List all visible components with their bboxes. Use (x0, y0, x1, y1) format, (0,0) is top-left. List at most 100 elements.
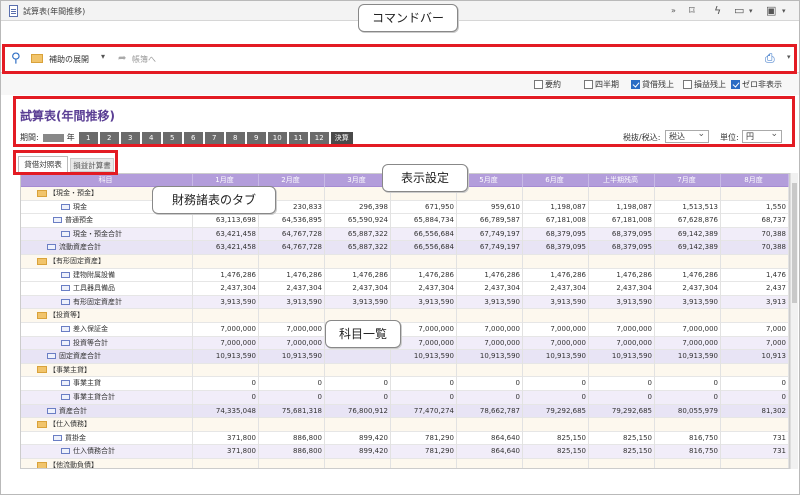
amount-cell (325, 187, 391, 201)
account-name-cell[interactable]: 【他流動負債】 (21, 459, 193, 468)
table-row[interactable]: 資産合計 74,335,048 75,681,318 76,800,912 77,470… (21, 404, 789, 419)
account-label: 流動資産合計 (59, 243, 101, 252)
quarter-checkbox[interactable] (584, 80, 593, 89)
chevron-down-icon[interactable]: ▾ (749, 4, 753, 18)
account-name-cell[interactable]: 工具器具備品 (21, 282, 193, 296)
account-icon (61, 298, 70, 305)
table-row[interactable]: 固定資産合計 10,913,590 10,913,590 10,913,590 10,9… (21, 350, 789, 364)
vertical-scrollbar[interactable] (790, 173, 798, 469)
account-name-cell[interactable]: 建物附属設備 (21, 268, 193, 283)
amount-cell: 79,292,685 (523, 404, 589, 419)
account-name-cell[interactable]: 買掛金 (21, 431, 193, 446)
bookmark-icon[interactable]: ⌑ (689, 4, 695, 18)
column-header[interactable]: 8月度 (721, 174, 789, 187)
column-header[interactable]: 6月度 (523, 174, 589, 187)
amount-cell: 7,000,000 (457, 336, 523, 351)
amount-cell (193, 255, 259, 269)
table-row[interactable]: 現金 230,833 296,398 671,950 959,610 1,198,087 1… (21, 200, 789, 215)
folder-icon (37, 189, 47, 197)
table-row[interactable]: 事業主貸合計 0 0 0 0 0 0 0 0 0 (21, 391, 789, 405)
account-name-cell[interactable]: 【投資等】 (21, 309, 193, 323)
account-label: 普通預金 (65, 216, 93, 225)
amount-cell: 0 (193, 377, 259, 391)
amount-cell: 10,913,590 (589, 350, 655, 364)
account-name-cell[interactable]: 【仕入債務】 (21, 418, 193, 432)
table-row[interactable]: 現金・預金合計 63,421,458 64,767,728 65,887,322 66,… (21, 227, 789, 242)
amount-cell: 7,000,000 (193, 323, 259, 337)
amount-cell: 0 (589, 391, 655, 405)
table-row[interactable]: 【仕入債務】 (21, 418, 789, 432)
account-name-cell[interactable]: 流動資産合計 (21, 241, 193, 255)
pl-carry-checkbox[interactable] (683, 80, 692, 89)
amount-cell: 10,913,590 (391, 350, 457, 364)
amount-cell (589, 309, 655, 323)
amount-cell: 70,388 (721, 241, 789, 255)
table-row[interactable]: 差入保証金 7,000,000 7,000,000 7,000,000 7,000,00… (21, 323, 789, 337)
option-bar: 要約 四半期 貸借残上 損益残上 ゼロ非表示 (1, 73, 799, 95)
folder-icon (37, 420, 47, 428)
account-label: 有形固定資産計 (73, 297, 122, 306)
amount-cell (655, 255, 721, 269)
amount-cell: 67,749,197 (457, 241, 523, 255)
table-row[interactable]: 投資等合計 7,000,000 7,000,000 7,000,000 7,000,00… (21, 336, 789, 351)
account-name-cell[interactable]: 事業主貸合計 (21, 391, 193, 405)
amount-cell (655, 459, 721, 468)
table-row[interactable]: 仕入債務合計 371,800 886,800 899,420 781,290 864,64… (21, 445, 789, 459)
amount-cell: 74,335,048 (193, 404, 259, 419)
pl-carry-toggle[interactable]: 損益残上 (683, 79, 726, 90)
table-row[interactable]: 工具器具備品 2,437,304 2,437,304 2,437,304 2,437,3… (21, 282, 789, 296)
scrollbar-thumb[interactable] (792, 183, 797, 303)
lightning-icon[interactable]: ϟ (714, 4, 721, 18)
account-name-cell[interactable]: 仕入債務合計 (21, 445, 193, 459)
account-name-cell[interactable]: 投資等合計 (21, 336, 193, 351)
amount-cell: 3,913,590 (655, 295, 721, 310)
quarter-toggle[interactable]: 四半期 (584, 79, 619, 90)
table-row[interactable]: 事業主貸 0 0 0 0 0 0 0 0 0 (21, 377, 789, 391)
account-label: 資産合計 (59, 406, 87, 415)
table-row[interactable]: 建物附属設備 1,476,286 1,476,286 1,476,286 1,476,2… (21, 268, 789, 283)
amount-cell (721, 418, 789, 432)
account-name-cell[interactable]: 【有形固定資産】 (21, 255, 193, 269)
column-header[interactable]: 上半期残高 (589, 174, 655, 187)
account-name-cell[interactable]: 事業主貸 (21, 377, 193, 391)
save-icon[interactable]: ▣ (766, 4, 776, 18)
amount-cell (721, 187, 789, 201)
amount-cell: 3,913,590 (589, 295, 655, 310)
table-row[interactable]: 普通預金 63,113,698 64,536,895 65,590,924 65,884… (21, 214, 789, 228)
amount-cell: 7,000,000 (259, 323, 325, 337)
account-name-cell[interactable]: 固定資産合計 (21, 350, 193, 364)
account-name-cell[interactable]: 資産合計 (21, 404, 193, 419)
amount-cell: 899,420 (325, 445, 391, 459)
account-name-cell[interactable]: 【事業主貸】 (21, 363, 193, 378)
amount-cell (721, 309, 789, 323)
account-name-cell[interactable]: 現金・預金合計 (21, 227, 193, 242)
account-icon (61, 380, 70, 387)
amount-cell: 68,379,095 (523, 241, 589, 255)
table-row[interactable]: 【投資等】 (21, 309, 789, 323)
table-row[interactable]: 流動資産合計 63,421,458 64,767,728 65,887,322 66,5… (21, 241, 789, 255)
table-row[interactable]: 有形固定資産計 3,913,590 3,913,590 3,913,590 3,913,… (21, 295, 789, 310)
table-row[interactable]: 【他流動負債】 (21, 459, 789, 468)
table-row[interactable]: 【有形固定資産】 (21, 255, 789, 269)
account-name-cell[interactable]: 普通預金 (21, 214, 193, 228)
chevron-down-icon[interactable]: ▾ (782, 4, 786, 18)
chevron-right-icon[interactable]: » (671, 4, 676, 18)
amount-cell: 63,113,698 (193, 214, 259, 228)
balance-carry-checkbox[interactable] (631, 80, 640, 89)
account-table: 科目1月度2月度3月度4月度5月度6月度上半期残高7月度8月度【現金・預金】現金… (20, 173, 790, 469)
zero-hide-checkbox[interactable] (731, 80, 740, 89)
amount-cell (193, 363, 259, 378)
summary-toggle[interactable]: 要約 (534, 79, 561, 90)
amount-cell (523, 255, 589, 269)
window-icon[interactable]: ▭ (734, 4, 744, 18)
zero-hide-toggle[interactable]: ゼロ非表示 (731, 79, 782, 90)
table-row[interactable]: 【事業主貸】 (21, 363, 789, 378)
summary-checkbox[interactable] (534, 80, 543, 89)
balance-carry-label: 貸借残上 (642, 80, 674, 89)
column-header[interactable]: 7月度 (655, 174, 721, 187)
amount-cell: 0 (523, 391, 589, 405)
table-row[interactable]: 買掛金 371,800 886,800 899,420 781,290 864,640 82… (21, 431, 789, 446)
balance-carry-toggle[interactable]: 貸借残上 (631, 79, 674, 90)
account-name-cell[interactable]: 差入保証金 (21, 323, 193, 337)
account-name-cell[interactable]: 有形固定資産計 (21, 295, 193, 310)
